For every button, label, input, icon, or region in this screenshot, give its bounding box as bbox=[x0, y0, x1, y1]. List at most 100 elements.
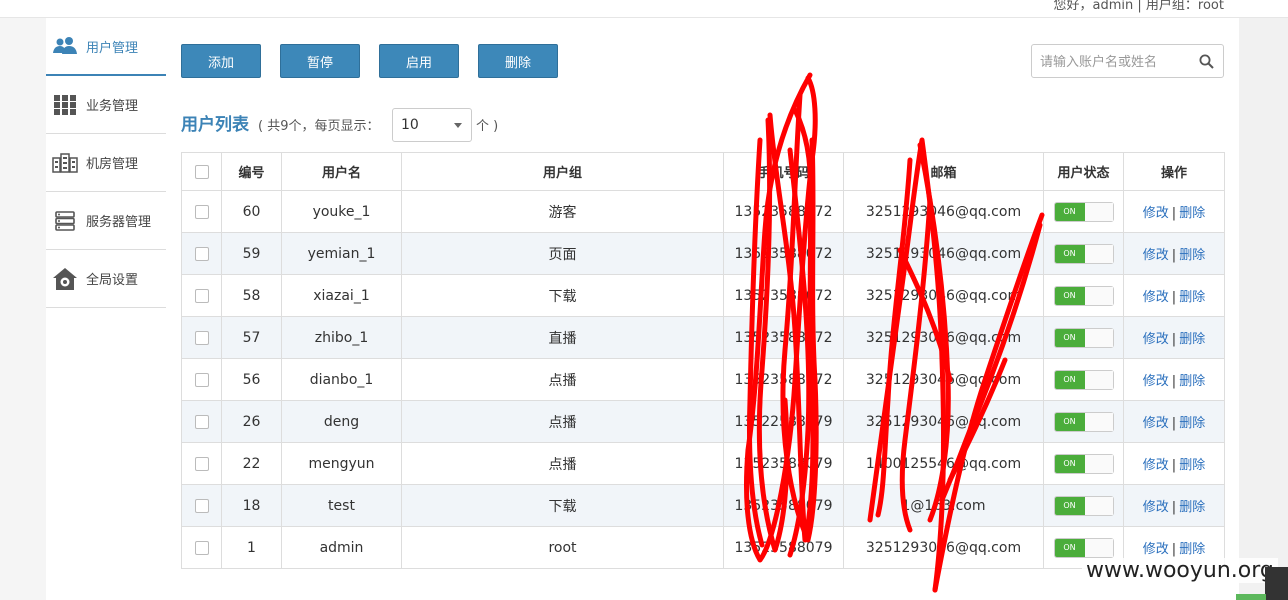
toggle-on-label: ON bbox=[1054, 454, 1085, 473]
cell-id: 18 bbox=[221, 484, 282, 527]
sidebar: 用户管理 业务管理 机房管理 服务器管理 全局设置 bbox=[46, 18, 166, 600]
delete-button[interactable]: 删除 bbox=[478, 44, 558, 78]
edit-link[interactable]: 修改 bbox=[1143, 416, 1169, 431]
edit-link[interactable]: 修改 bbox=[1143, 500, 1169, 515]
table-row: 22 mengyun 点播 13523588079 1400125546@qq.com O… bbox=[181, 442, 1225, 485]
sidebar-item-label: 机房管理 bbox=[86, 157, 139, 172]
sidebar-item-business-management[interactable]: 业务管理 bbox=[46, 76, 166, 134]
column-header-group: 用户组 bbox=[401, 152, 724, 191]
toggle-knob bbox=[1084, 202, 1113, 221]
edit-link[interactable]: 修改 bbox=[1143, 458, 1169, 473]
sidebar-item-datacenter-management[interactable]: 机房管理 bbox=[46, 134, 166, 192]
cell-phone: 13523588079 bbox=[723, 442, 844, 485]
status-toggle[interactable]: ON bbox=[1053, 285, 1114, 306]
cell-username: deng bbox=[281, 400, 402, 443]
pause-button[interactable]: 暂停 bbox=[280, 44, 360, 78]
cell-id: 1 bbox=[221, 526, 282, 569]
toggle-knob bbox=[1084, 286, 1113, 305]
cell-status: ON bbox=[1043, 400, 1124, 443]
cell-email: 3251293046@qq.com bbox=[843, 274, 1044, 317]
row-checkbox[interactable] bbox=[194, 456, 209, 471]
cell-ops: 修改 | 删除 bbox=[1123, 358, 1225, 401]
list-count-text: ( 共9个，每页显示： bbox=[258, 119, 380, 134]
status-toggle[interactable]: ON bbox=[1053, 453, 1114, 474]
cell-status: ON bbox=[1043, 484, 1124, 527]
status-toggle[interactable]: ON bbox=[1053, 327, 1114, 348]
select-all-checkbox[interactable] bbox=[194, 164, 209, 179]
status-toggle[interactable]: ON bbox=[1053, 201, 1114, 222]
cell-email: 3251293046@qq.com bbox=[843, 400, 1044, 443]
table-row: 18 test 下载 13523588079 1@163.com ON 修改 | 删除 bbox=[181, 484, 1225, 527]
cell-id: 58 bbox=[221, 274, 282, 317]
sidebar-item-global-settings[interactable]: 全局设置 bbox=[46, 250, 166, 308]
edit-link[interactable]: 修改 bbox=[1143, 248, 1169, 263]
ops-separator: | bbox=[1171, 416, 1177, 431]
cell-username: zhibo_1 bbox=[281, 316, 402, 359]
user-table: 编号 用户名 用户组 手机号码 邮箱 用户状态 操作 60 youke_1 游客 13… bbox=[181, 152, 1225, 569]
delete-link[interactable]: 删除 bbox=[1179, 332, 1205, 347]
row-checkbox[interactable] bbox=[194, 246, 209, 261]
delete-link[interactable]: 删除 bbox=[1179, 458, 1205, 473]
row-select-cell bbox=[181, 400, 222, 443]
cell-group: root bbox=[401, 526, 724, 569]
enable-button[interactable]: 启用 bbox=[379, 44, 459, 78]
page-size-select[interactable]: 10 bbox=[392, 108, 472, 142]
row-checkbox[interactable] bbox=[194, 414, 209, 429]
delete-link[interactable]: 删除 bbox=[1179, 374, 1205, 389]
search-icon[interactable] bbox=[1199, 54, 1214, 73]
cell-id: 22 bbox=[221, 442, 282, 485]
row-checkbox[interactable] bbox=[194, 498, 209, 513]
delete-link[interactable]: 删除 bbox=[1179, 206, 1205, 221]
delete-link[interactable]: 删除 bbox=[1179, 416, 1205, 431]
chevron-down-icon bbox=[454, 123, 462, 128]
edit-link[interactable]: 修改 bbox=[1143, 542, 1169, 557]
column-header-status: 用户状态 bbox=[1043, 152, 1124, 191]
delete-link[interactable]: 删除 bbox=[1179, 290, 1205, 305]
cell-status: ON bbox=[1043, 442, 1124, 485]
add-button[interactable]: 添加 bbox=[181, 44, 261, 78]
cell-email: 3251293046@qq.com bbox=[843, 232, 1044, 275]
status-toggle[interactable]: ON bbox=[1053, 537, 1114, 558]
row-checkbox[interactable] bbox=[194, 372, 209, 387]
sidebar-item-server-management[interactable]: 服务器管理 bbox=[46, 192, 166, 250]
row-checkbox[interactable] bbox=[194, 330, 209, 345]
search-input[interactable] bbox=[1040, 52, 1190, 72]
edit-link[interactable]: 修改 bbox=[1143, 332, 1169, 347]
main-panel: 添加 暂停 启用 删除 用户列表 ( 共9个，每页显示： 10 个 ) 编号 用… bbox=[166, 18, 1239, 600]
row-checkbox[interactable] bbox=[194, 204, 209, 219]
toggle-on-label: ON bbox=[1054, 286, 1085, 305]
users-icon bbox=[52, 35, 78, 57]
row-checkbox[interactable] bbox=[194, 540, 209, 555]
cell-id: 56 bbox=[221, 358, 282, 401]
sidebar-item-user-management[interactable]: 用户管理 bbox=[46, 18, 166, 76]
edit-link[interactable]: 修改 bbox=[1143, 206, 1169, 221]
edit-link[interactable]: 修改 bbox=[1143, 374, 1169, 389]
server-icon bbox=[52, 210, 78, 232]
toggle-knob bbox=[1084, 496, 1113, 515]
cell-username: mengyun bbox=[281, 442, 402, 485]
delete-link[interactable]: 删除 bbox=[1179, 542, 1205, 557]
row-select-cell bbox=[181, 316, 222, 359]
toggle-on-label: ON bbox=[1054, 538, 1085, 557]
delete-link[interactable]: 删除 bbox=[1179, 248, 1205, 263]
toggle-knob bbox=[1084, 244, 1113, 263]
ops-separator: | bbox=[1171, 500, 1177, 515]
table-row: 1 admin root 13523588079 3251293046@qq.com ON… bbox=[181, 526, 1225, 569]
row-checkbox[interactable] bbox=[194, 288, 209, 303]
table-row: 59 yemian_1 页面 13523588072 3251293046@qq.com… bbox=[181, 232, 1225, 275]
ops-separator: | bbox=[1171, 332, 1177, 347]
row-select-cell bbox=[181, 232, 222, 275]
edit-link[interactable]: 修改 bbox=[1143, 290, 1169, 305]
table-row: 57 zhibo_1 直播 13523588072 3251293046@qq.com O… bbox=[181, 316, 1225, 359]
toggle-on-label: ON bbox=[1054, 244, 1085, 263]
cell-phone: 13523588079 bbox=[723, 484, 844, 527]
row-select-cell bbox=[181, 442, 222, 485]
status-toggle[interactable]: ON bbox=[1053, 411, 1114, 432]
user-greeting: 您好，admin | 用户组：root bbox=[1053, 0, 1224, 13]
status-toggle[interactable]: ON bbox=[1053, 369, 1114, 390]
select-all-cell bbox=[181, 152, 222, 191]
table-header-row: 编号 用户名 用户组 手机号码 邮箱 用户状态 操作 bbox=[181, 152, 1225, 191]
status-toggle[interactable]: ON bbox=[1053, 243, 1114, 264]
delete-link[interactable]: 删除 bbox=[1179, 500, 1205, 515]
status-toggle[interactable]: ON bbox=[1053, 495, 1114, 516]
